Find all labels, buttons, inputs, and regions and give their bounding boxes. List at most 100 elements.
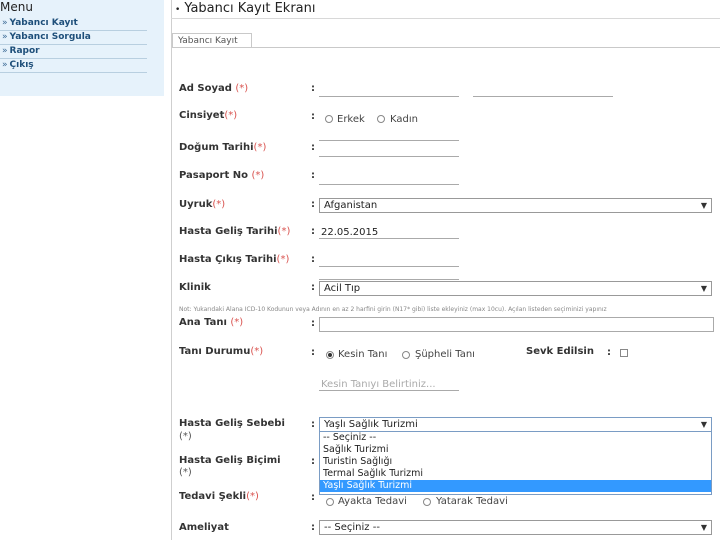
yatarak-tedavi-label: Yatarak Tedavi [436,496,508,507]
dropdown-option[interactable]: Turistin Sağlığı [320,456,711,468]
label-text: Hasta Çıkış Tarihi [179,254,277,265]
page-title: • Yabancı Kayıt Ekranı [175,1,315,16]
colon: : [311,456,315,467]
sidebar-item-yabanci-sorgula[interactable]: » Yabancı Sorgula [0,31,147,45]
colon: : [311,282,315,293]
label-text: Hasta Geliş Tarihi [179,226,278,237]
colon: : [311,254,315,265]
required-mark: (*) [179,431,192,442]
klinik-label: Klinik [179,282,211,293]
sevk-edilsin-checkbox[interactable] [620,349,628,357]
ameliyat-select[interactable]: -- Seçiniz -- ▼ [319,520,712,535]
kesin-tani-detail-field[interactable] [319,378,459,391]
colon: : [311,111,315,122]
select-value: Acil Tıp [324,283,361,294]
sidebar-item-label: Yabancı Kayıt [9,18,78,28]
required-mark: (*) [250,346,264,357]
header-divider [171,18,720,19]
soyad-field[interactable] [473,84,613,97]
tab-divider [172,47,720,48]
colon: : [311,419,315,430]
menu-list: » Yabancı Kayıt » Yabancı Sorgula » Rapor »… [0,17,147,73]
required-mark: (*) [235,83,249,94]
required-mark: (*) [179,467,192,478]
cinsiyet-label: Cinsiyet(*) [179,110,237,121]
ana-tani-label: Ana Tanı (*) [179,317,243,328]
hasta-gelis-tarihi-field[interactable] [319,226,459,239]
chevron-down-icon: ▼ [700,523,707,532]
required-mark: (*) [224,110,238,121]
kadin-radio[interactable] [377,115,385,123]
sidebar-item-label: Çıkış [9,60,34,70]
dropdown-option[interactable]: -- Seçiniz -- [320,432,711,444]
label-text: Ana Tanı [179,317,227,328]
required-mark: (*) [276,254,290,265]
label-text: Doğum Tarihi [179,142,254,153]
supheli-tani-radio[interactable] [402,351,410,359]
sevk-edilsin-label: Sevk Edilsin [526,346,594,357]
kesin-tani-radio[interactable] [326,351,334,359]
pasaport-no-field[interactable] [319,172,459,185]
colon: : [311,142,315,153]
required-mark: (*) [246,491,259,502]
label-text: Cinsiyet [179,110,225,121]
required-mark: (*) [277,226,291,237]
hasta-gelis-sebebi-dropdown: -- Seçiniz -- Sağlık Turizmi Turistin Sa… [319,431,712,495]
kesin-tani-label: Kesin Tanı [338,349,388,360]
vertical-divider [171,0,172,540]
dogum-tarihi-field[interactable] [319,144,459,157]
required-mark: (*) [212,199,226,210]
dropdown-option[interactable]: Termal Sağlık Turizmi [320,468,711,480]
select-value: Afganistan [324,200,378,211]
dropdown-option-selected[interactable]: Yaşlı Sağlık Turizmi [320,480,711,492]
sidebar-item-rapor[interactable]: » Rapor [0,45,147,59]
sidebar-item-yabanci-kayit[interactable]: » Yabancı Kayıt [0,17,147,31]
uyruk-select[interactable]: Afganistan ▼ [319,198,712,213]
ayakta-tedavi-radio[interactable] [326,498,334,506]
label-text: Tanı Durumu [179,346,251,357]
chevron-right-icon: » [2,46,8,56]
label-text: Ad Soyad [179,83,232,94]
tani-durumu-label: Tanı Durumu(*) [179,346,263,357]
menu-title: Menu [0,0,33,14]
page-title-text: Yabancı Kayıt Ekranı [184,1,316,16]
hasta-cikis-tarihi-label: Hasta Çıkış Tarihi(*) [179,254,289,265]
yatarak-tedavi-radio[interactable] [423,498,431,506]
sidebar-item-cikis[interactable]: » Çıkış [0,59,147,73]
hasta-gelis-tarihi-label: Hasta Geliş Tarihi(*) [179,226,290,237]
kadin-label: Kadın [390,114,418,125]
colon: : [311,318,315,329]
select-value: -- Seçiniz -- [324,522,380,533]
hasta-cikis-tarihi-field[interactable] [319,254,459,267]
hasta-gelis-bicimi-label: Hasta Geliş Biçimi [179,455,281,466]
colon: : [607,347,611,358]
chevron-right-icon: » [2,60,8,70]
colon: : [311,492,315,503]
required-mark: (*) [230,317,244,328]
select-value: Yaşlı Sağlık Turizmi [324,419,418,430]
colon: : [311,347,315,358]
colon: : [311,83,315,94]
tedavi-sekli-label: Tedavi Şekli(*) [179,491,259,502]
uyruk-label: Uyruk(*) [179,199,225,210]
pasaport-no-label: Pasaport No (*) [179,170,264,181]
ad-soyad-label: Ad Soyad (*) [179,83,248,94]
required-mark: (*) [251,170,265,181]
label-text: Pasaport No [179,170,248,181]
dropdown-option[interactable]: Sağlık Turizmi [320,444,711,456]
sidebar: Menu » Yabancı Kayıt » Yabancı Sorgula » Ra… [0,0,164,96]
ad-field[interactable] [319,84,459,97]
hasta-gelis-sebebi-select[interactable]: Yaşlı Sağlık Turizmi ▼ [319,417,712,432]
supheli-tani-label: Şüpheli Tanı [415,349,475,360]
colon: : [311,522,315,533]
klinik-select[interactable]: Acil Tıp ▼ [319,281,712,296]
sidebar-item-label: Yabancı Sorgula [9,32,91,42]
required-mark: (*) [253,142,267,153]
ameliyat-label: Ameliyat [179,522,229,533]
ana-tani-field[interactable] [319,317,714,332]
colon: : [311,170,315,181]
cinsiyet-underline [319,128,459,141]
erkek-radio[interactable] [325,115,333,123]
tab-yabanci-kayit[interactable]: Yabancı Kayıt [172,33,252,48]
bullet-icon: • [175,5,181,15]
